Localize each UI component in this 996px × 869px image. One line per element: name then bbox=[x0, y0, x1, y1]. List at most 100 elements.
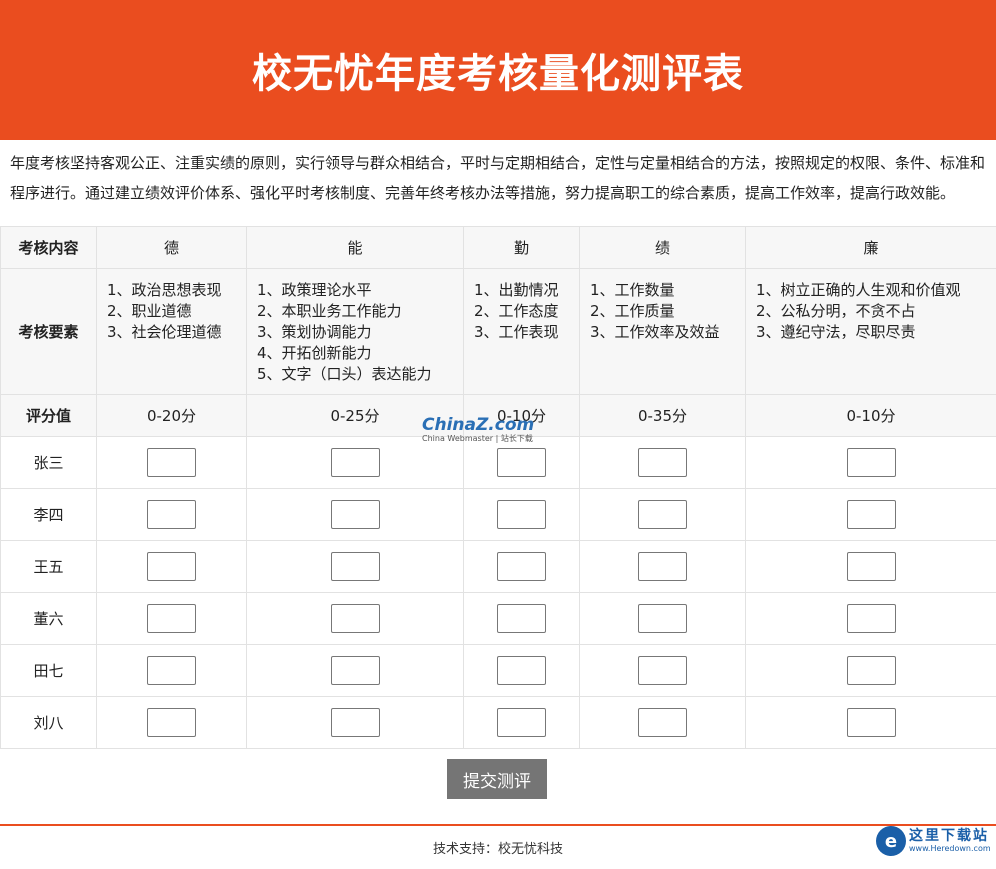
chinaz-watermark-main: ChinaZ.com bbox=[422, 415, 535, 435]
page-title: 校无忧年度考核量化测评表 bbox=[252, 51, 744, 97]
score-cell bbox=[246, 488, 464, 541]
score-input-qin[interactable] bbox=[497, 604, 546, 633]
score-input-qin[interactable] bbox=[497, 708, 546, 737]
score-input-de[interactable] bbox=[147, 604, 196, 633]
score-cell bbox=[745, 592, 996, 645]
score-input-qin[interactable] bbox=[497, 552, 546, 581]
score-cell bbox=[96, 436, 247, 489]
score-cell bbox=[579, 488, 746, 541]
score-cell bbox=[463, 540, 580, 593]
score-cell bbox=[246, 540, 464, 593]
score-input-neng[interactable] bbox=[330, 448, 380, 477]
score-cell bbox=[579, 644, 746, 697]
heredown-watermark-main: 这里下载站 bbox=[909, 828, 989, 844]
score-cell bbox=[579, 436, 746, 489]
score-input-ji[interactable] bbox=[638, 656, 687, 685]
heredown-watermark: e 这里下载站 www.Heredown.com bbox=[876, 822, 994, 860]
table-row: 董六 bbox=[0, 592, 996, 645]
score-input-lian[interactable] bbox=[846, 656, 896, 685]
score-input-lian[interactable] bbox=[846, 708, 896, 737]
row-label-requirements: 考核要素 bbox=[0, 268, 97, 395]
column-header-neng: 能 bbox=[246, 226, 464, 269]
score-input-neng[interactable] bbox=[330, 552, 380, 581]
column-header-de: 德 bbox=[96, 226, 247, 269]
score-cell bbox=[96, 540, 247, 593]
score-input-lian[interactable] bbox=[846, 500, 896, 529]
intro-text: 年度考核坚持客观公正、注重实绩的原则，实行领导与群众相结合，平时与定期相结合，定… bbox=[10, 154, 986, 202]
person-name: 董六 bbox=[0, 592, 97, 645]
score-input-lian[interactable] bbox=[846, 552, 896, 581]
score-cell bbox=[246, 644, 464, 697]
evaluation-table: 考核内容 德 能 勤 绩 廉 考核要素 1、政治思想表现 2、职业道德 3、社会… bbox=[0, 226, 996, 749]
score-cell bbox=[579, 696, 746, 749]
score-cell bbox=[246, 696, 464, 749]
table-row: 李四 bbox=[0, 488, 996, 541]
score-input-neng[interactable] bbox=[330, 500, 380, 529]
requirements-de: 1、政治思想表现 2、职业道德 3、社会伦理道德 bbox=[96, 268, 247, 395]
person-name: 李四 bbox=[0, 488, 97, 541]
heredown-watermark-sub: www.Heredown.com bbox=[909, 844, 991, 853]
score-input-qin[interactable] bbox=[497, 656, 546, 685]
score-input-lian[interactable] bbox=[846, 448, 896, 477]
header-banner: 校无忧年度考核量化测评表 bbox=[0, 0, 996, 140]
score-input-de[interactable] bbox=[147, 500, 196, 529]
requirements-list: 1、政治思想表现 2、职业道德 3、社会伦理道德 bbox=[107, 281, 222, 341]
person-name: 刘八 bbox=[0, 696, 97, 749]
score-input-neng[interactable] bbox=[330, 656, 380, 685]
footer-divider bbox=[0, 824, 996, 826]
score-cell bbox=[579, 592, 746, 645]
score-cell bbox=[463, 592, 580, 645]
header-row: 考核内容 德 能 勤 绩 廉 bbox=[0, 226, 996, 269]
score-cell bbox=[96, 488, 247, 541]
score-input-neng[interactable] bbox=[330, 708, 380, 737]
requirements-neng: 1、政策理论水平 2、本职业务工作能力 3、策划协调能力 4、开拓创新能力 5、… bbox=[246, 268, 464, 395]
footer-text: 技术支持：校无忧科技 bbox=[432, 842, 563, 857]
column-header-qin: 勤 bbox=[463, 226, 580, 269]
row-label-score: 评分值 bbox=[0, 394, 97, 437]
row-label-content: 考核内容 bbox=[0, 226, 97, 269]
requirements-list: 1、出勤情况 2、工作态度 3、工作表现 bbox=[474, 281, 559, 341]
score-input-ji[interactable] bbox=[638, 448, 687, 477]
score-cell bbox=[96, 592, 247, 645]
submit-area: 提交测评 bbox=[0, 749, 996, 809]
person-name: 王五 bbox=[0, 540, 97, 593]
score-range-ji: 0-35分 bbox=[579, 394, 746, 437]
column-header-ji: 绩 bbox=[579, 226, 746, 269]
score-input-ji[interactable] bbox=[638, 500, 687, 529]
score-input-de[interactable] bbox=[147, 448, 196, 477]
chinaz-watermark: ChinaZ.com China Webmaster | 站长下载 bbox=[422, 416, 534, 446]
score-cell bbox=[579, 540, 746, 593]
requirements-list: 1、工作数量 2、工作质量 3、工作效率及效益 bbox=[590, 281, 720, 341]
score-input-ji[interactable] bbox=[638, 552, 687, 581]
score-cell bbox=[745, 488, 996, 541]
score-input-de[interactable] bbox=[147, 552, 196, 581]
score-input-qin[interactable] bbox=[497, 500, 546, 529]
table-row: 王五 bbox=[0, 540, 996, 593]
table-row: 田七 bbox=[0, 644, 996, 697]
score-input-de[interactable] bbox=[147, 708, 196, 737]
score-input-lian[interactable] bbox=[846, 604, 896, 633]
score-cell bbox=[745, 644, 996, 697]
score-cell bbox=[745, 696, 996, 749]
person-name: 田七 bbox=[0, 644, 97, 697]
score-cell bbox=[246, 592, 464, 645]
column-header-lian: 廉 bbox=[745, 226, 996, 269]
score-cell bbox=[745, 436, 996, 489]
requirements-list: 1、政策理论水平 2、本职业务工作能力 3、策划协调能力 4、开拓创新能力 5、… bbox=[257, 281, 432, 383]
score-cell bbox=[96, 644, 247, 697]
requirements-qin: 1、出勤情况 2、工作态度 3、工作表现 bbox=[463, 268, 580, 395]
score-input-ji[interactable] bbox=[638, 708, 687, 737]
requirements-lian: 1、树立正确的人生观和价值观 2、公私分明，不贪不占 3、遵纪守法，尽职尽责 bbox=[745, 268, 996, 395]
score-input-ji[interactable] bbox=[638, 604, 687, 633]
chinaz-watermark-sub: China Webmaster | 站长下载 bbox=[422, 434, 533, 443]
score-cell bbox=[463, 696, 580, 749]
submit-button[interactable]: 提交测评 bbox=[447, 759, 547, 799]
score-cell bbox=[745, 540, 996, 593]
score-cell bbox=[463, 488, 580, 541]
score-range-lian: 0-10分 bbox=[745, 394, 996, 437]
score-input-neng[interactable] bbox=[330, 604, 380, 633]
score-input-de[interactable] bbox=[147, 656, 196, 685]
score-cell bbox=[463, 644, 580, 697]
requirements-list: 1、树立正确的人生观和价值观 2、公私分明，不贪不占 3、遵纪守法，尽职尽责 bbox=[756, 281, 961, 341]
score-input-qin[interactable] bbox=[497, 448, 546, 477]
